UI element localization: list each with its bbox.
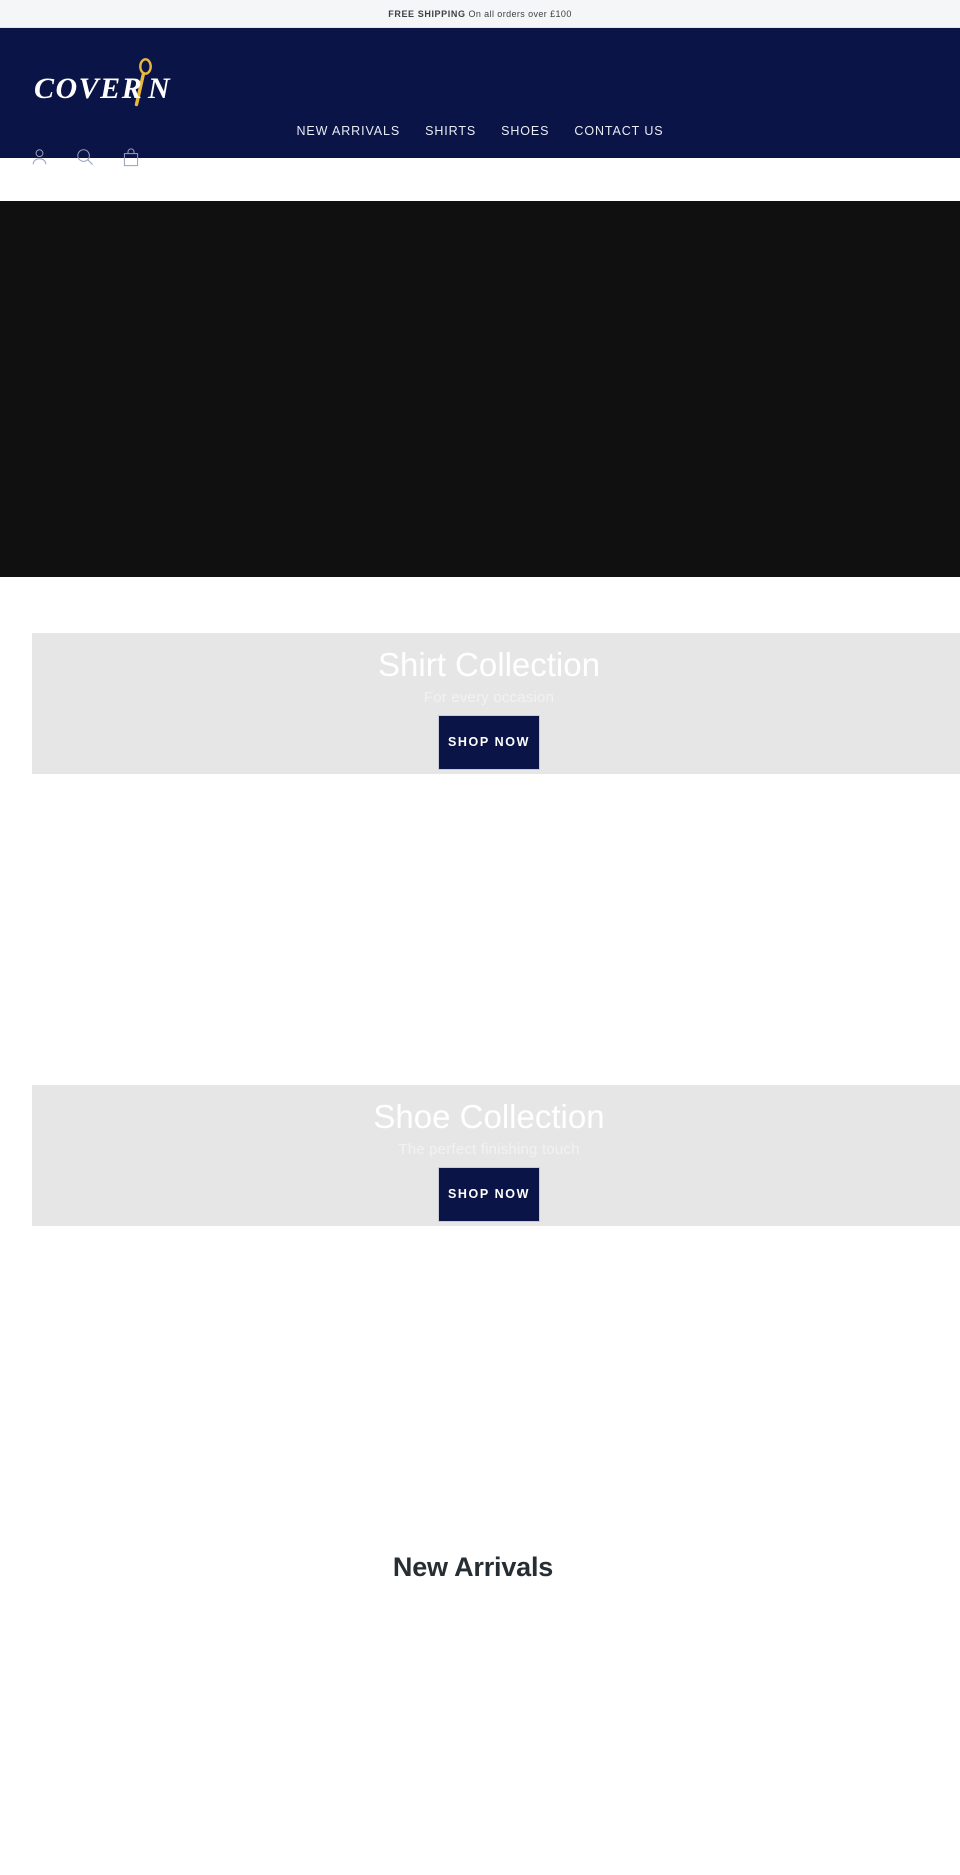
spacer-between-collections: [0, 774, 960, 1085]
shirt-collection-content: Shirt Collection For every occasion SHOP…: [25, 633, 953, 770]
site-header: COVER N NEW ARRIVALS SHIRTS SHOES CONTAC…: [0, 28, 960, 166]
shoe-collection-title: Shoe Collection: [373, 1098, 605, 1135]
shirt-collection-subtitle: For every occasion: [423, 689, 555, 706]
announcement-rest: On all orders over £100: [465, 8, 572, 19]
shirt-collection-card: Shirt Collection For every occasion SHOP…: [32, 633, 960, 774]
shirt-collection-section: Shirt Collection For every occasion SHOP…: [0, 633, 960, 774]
account-button[interactable]: [22, 142, 56, 172]
main-navigation: NEW ARRIVALS SHIRTS SHOES CONTACT US: [0, 122, 960, 140]
search-button[interactable]: [68, 142, 102, 172]
spacer-above-shirt-collection: [0, 577, 960, 633]
shoe-collection-card: Shoe Collection The perfect finishing to…: [32, 1085, 960, 1226]
new-arrivals-heading: New Arrivals: [392, 1552, 554, 1582]
svg-text:COVER: COVER: [34, 72, 143, 105]
account-icon: [31, 148, 48, 166]
nav-link-new-arrivals[interactable]: NEW ARRIVALS: [296, 122, 400, 140]
hero-banner[interactable]: [0, 201, 960, 577]
spacer-above-new-arrivals: [0, 1226, 960, 1541]
site-logo[interactable]: COVER N: [26, 58, 186, 114]
announcement-strong: FREE SHIPPING: [388, 8, 466, 19]
announcement-bar: FREE SHIPPING On all orders over £100: [0, 0, 960, 28]
announcement-text: FREE SHIPPING On all orders over £100: [388, 9, 571, 19]
svg-text:N: N: [147, 72, 171, 105]
new-arrivals-section: New Arrivals: [0, 1541, 960, 1585]
shoe-collection-content: Shoe Collection The perfect finishing to…: [25, 1085, 953, 1222]
shoe-collection-section: Shoe Collection The perfect finishing to…: [0, 1085, 960, 1226]
shoe-shop-now-button[interactable]: SHOP NOW: [438, 1167, 540, 1222]
nav-link-shirts[interactable]: SHIRTS: [425, 122, 476, 140]
cart-icon: [123, 147, 139, 167]
shirt-shop-now-button[interactable]: SHOP NOW: [438, 715, 540, 770]
cart-button[interactable]: [114, 142, 148, 172]
header-icon-group: [22, 142, 148, 172]
search-icon: [76, 148, 94, 166]
shoe-collection-subtitle: The perfect finishing touch: [398, 1141, 580, 1158]
nav-link-contact-us[interactable]: CONTACT US: [574, 122, 663, 140]
nav-link-shoes[interactable]: SHOES: [501, 122, 549, 140]
shirt-collection-title: Shirt Collection: [378, 646, 600, 683]
